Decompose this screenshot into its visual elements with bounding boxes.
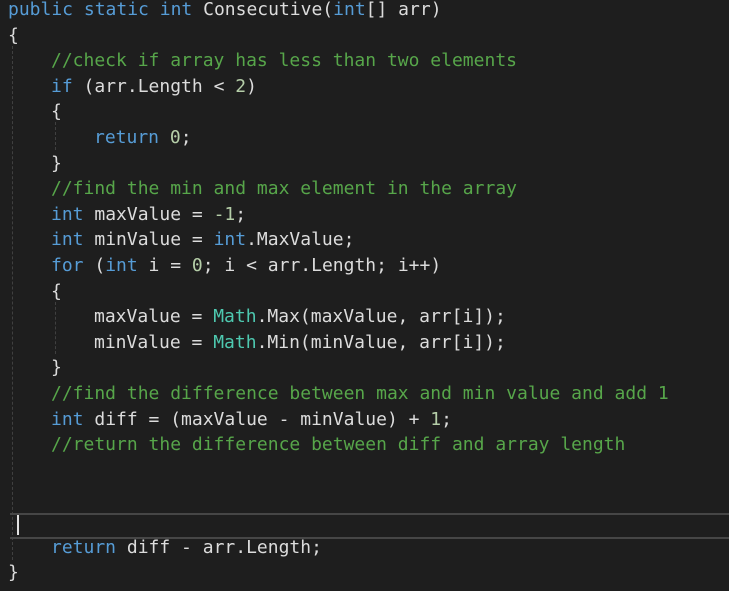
code-line[interactable]: return 0;: [94, 125, 192, 151]
code-line[interactable]: {: [51, 99, 62, 125]
code-token: static: [83, 0, 149, 20]
indent-guide: [55, 122, 56, 150]
indent-guide: [55, 302, 56, 354]
text-caret: [17, 515, 19, 535]
code-token: //check if array has less than two eleme…: [51, 50, 517, 72]
code-token: }: [51, 357, 62, 379]
code-line[interactable]: for (int i = 0; i < arr.Length; i++): [51, 253, 441, 279]
code-token: if: [51, 75, 73, 97]
code-line[interactable]: //return the difference between diff and…: [51, 432, 625, 458]
code-token: int: [51, 203, 84, 225]
code-line[interactable]: maxValue = Math.Max(maxValue, arr[i]);: [94, 304, 506, 330]
code-line[interactable]: {: [8, 23, 19, 49]
code-token: Math: [213, 331, 257, 353]
code-line[interactable]: int minValue = int.MaxValue;: [51, 227, 354, 253]
code-editor[interactable]: public static int Consecutive(int[] arr)…: [0, 0, 729, 591]
code-token: [] arr): [365, 0, 442, 20]
code-token: //find the difference between max and mi…: [51, 383, 669, 404]
code-token: (arr.Length <: [72, 75, 236, 97]
code-token: }: [51, 152, 62, 174]
code-token: minValue =: [94, 331, 214, 353]
code-line[interactable]: }: [51, 355, 62, 381]
code-token: ;: [441, 408, 452, 430]
code-token: Consecutive(: [192, 0, 334, 20]
code-line[interactable]: if (arr.Length < 2): [51, 74, 257, 100]
code-token: int: [213, 229, 247, 251]
code-token: -1: [213, 203, 236, 225]
code-line[interactable]: int maxValue = -1;: [51, 202, 246, 228]
code-token: int: [51, 229, 84, 251]
code-token: 0: [191, 255, 203, 276]
code-token: public: [8, 0, 74, 20]
code-line[interactable]: {: [51, 279, 62, 305]
code-line[interactable]: return diff - arr.Length;: [51, 535, 322, 561]
code-token: ;: [180, 127, 192, 148]
code-token: maxValue =: [83, 203, 214, 225]
code-token: Math: [213, 306, 257, 328]
code-line[interactable]: //find the min and max element in the ar…: [51, 176, 517, 202]
code-token: int: [333, 0, 366, 20]
indent-guide: [12, 46, 13, 560]
code-line[interactable]: //check if array has less than two eleme…: [51, 48, 517, 74]
code-token: return: [94, 127, 160, 148]
code-line[interactable]: //find the difference between max and mi…: [51, 381, 669, 407]
code-token: for: [51, 255, 84, 276]
code-token: maxValue =: [94, 306, 214, 328]
code-line[interactable]: }: [8, 560, 19, 586]
code-token: .Min(minValue, arr[i]);: [256, 331, 506, 353]
code-token: //return the difference between diff and…: [51, 434, 626, 456]
code-token: .Max(maxValue, arr[i]);: [256, 306, 506, 328]
code-line[interactable]: int diff = (maxValue - minValue) + 1;: [51, 407, 452, 433]
code-token: }: [8, 562, 19, 584]
code-token: diff - arr.Length;: [116, 536, 322, 558]
code-line[interactable]: public static int Consecutive(int[] arr): [8, 0, 442, 23]
code-token: .MaxValue;: [246, 229, 355, 251]
code-token: 2: [235, 75, 247, 97]
code-token: int: [51, 408, 84, 430]
code-token: ;: [235, 203, 247, 225]
code-token: {: [8, 24, 19, 46]
code-token: return: [51, 536, 117, 558]
code-token: diff = (maxValue - minValue) +: [83, 408, 431, 430]
code-token: 1: [430, 408, 442, 430]
code-token: int: [105, 255, 138, 276]
code-token: ): [246, 75, 257, 97]
code-token: {: [51, 101, 62, 123]
code-line[interactable]: }: [51, 151, 62, 177]
code-line[interactable]: minValue = Math.Min(minValue, arr[i]);: [94, 330, 506, 356]
code-token: //find the min and max element in the ar…: [51, 178, 517, 200]
code-token: ; i < arr.Length; i++): [202, 255, 442, 276]
code-token: int: [159, 0, 193, 20]
code-token: i =: [137, 255, 192, 276]
code-token: (: [83, 255, 106, 276]
code-token: {: [51, 280, 62, 302]
code-token: minValue =: [83, 229, 214, 251]
code-token: 0: [169, 127, 181, 148]
